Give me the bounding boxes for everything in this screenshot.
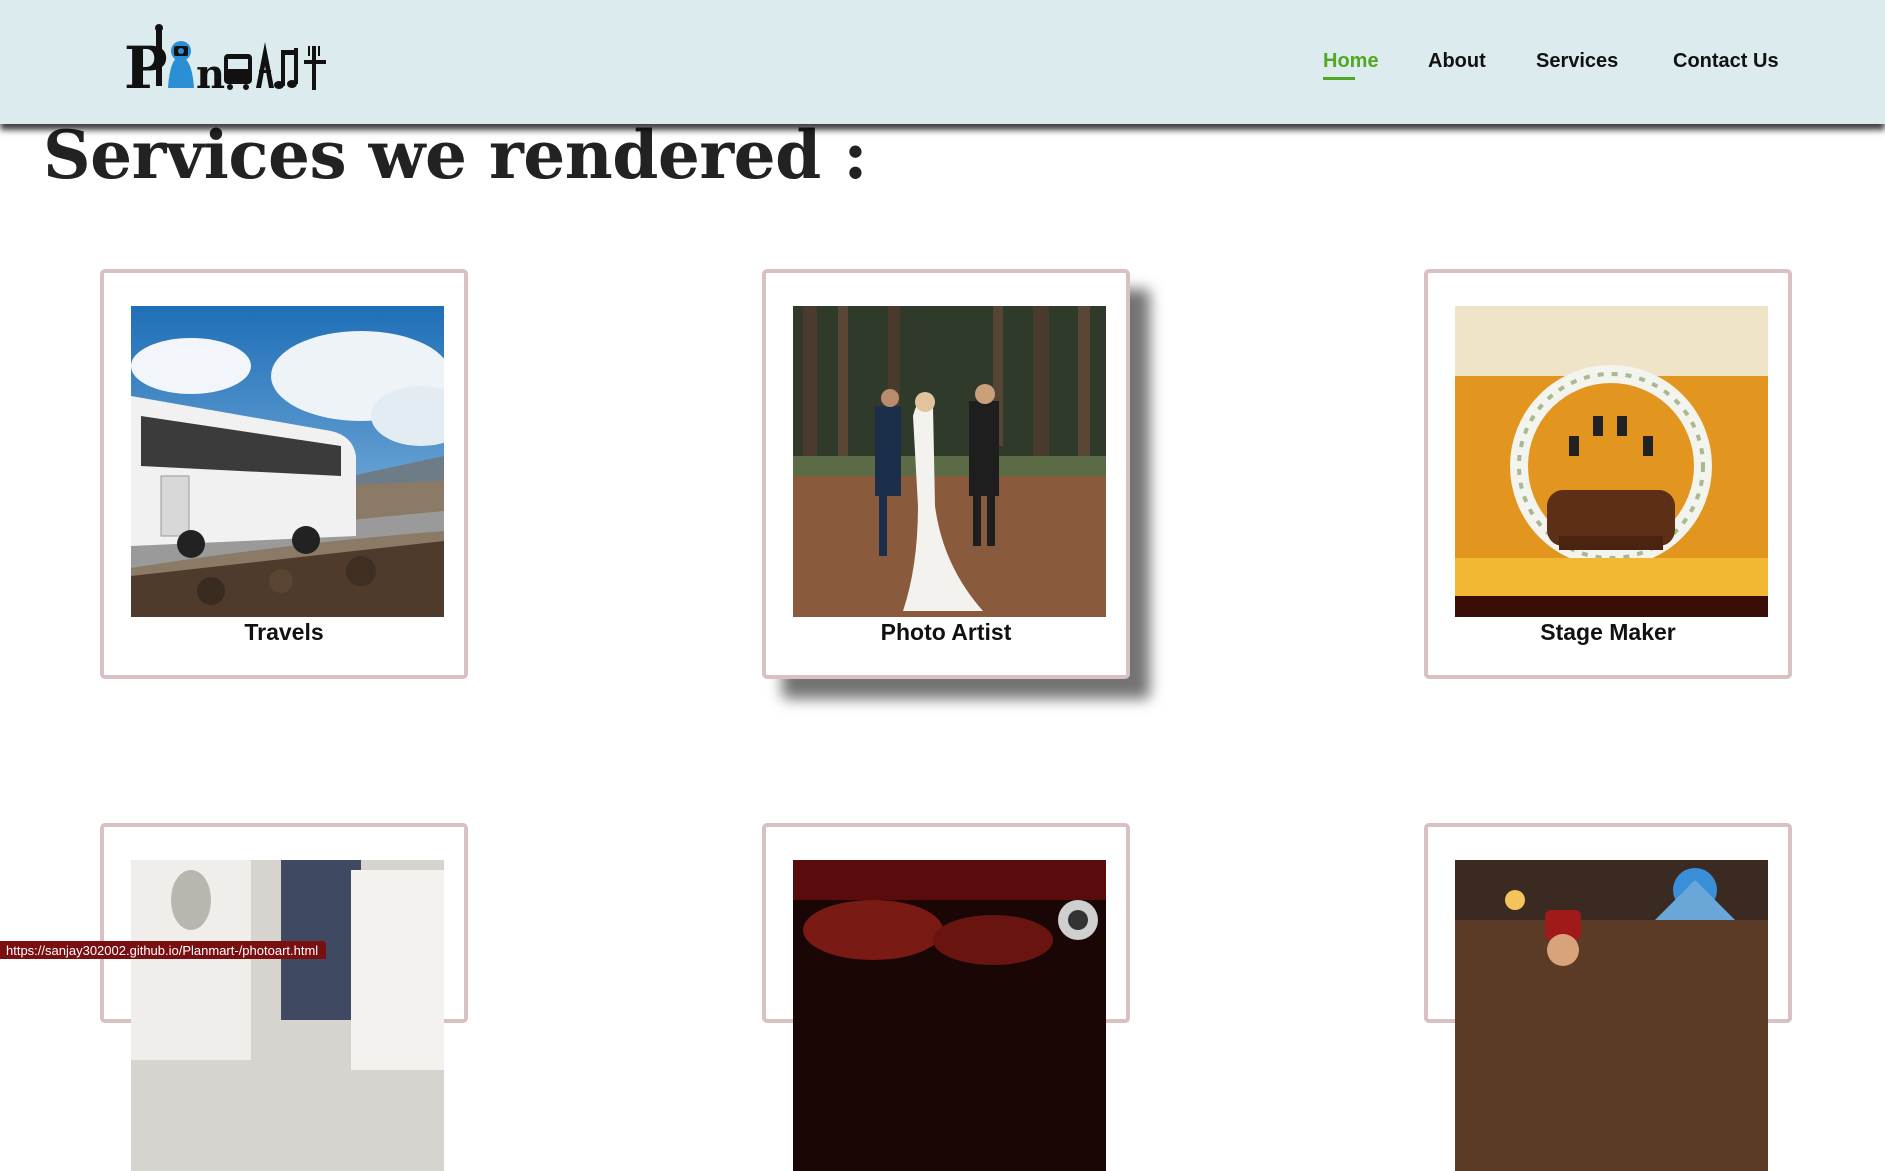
nav-contact-link[interactable]: Contact Us (1673, 50, 1779, 73)
nav-about-link[interactable]: About (1428, 50, 1486, 73)
service-label: Travels (244, 619, 324, 645)
page-title: Services we rendered : (43, 116, 868, 194)
planmart-logo[interactable]: P n (124, 22, 334, 102)
svg-text:n: n (196, 51, 225, 98)
top-navbar: P n Home About Services Contact Us (0, 0, 1885, 124)
food-stall-lanterns-image (1455, 860, 1768, 1171)
bus-on-mountain-road-image (131, 306, 444, 617)
service-label: Stage Maker (1540, 619, 1676, 645)
service-card-travels[interactable]: Travels (100, 269, 468, 679)
wedding-photoshoot-forest-image (793, 306, 1106, 617)
service-card-catering[interactable] (100, 823, 468, 1171)
nav-home-link[interactable]: Home (1323, 50, 1379, 80)
service-label: Photo Artist (880, 619, 1012, 645)
service-card-stage-maker[interactable]: Stage Maker (1424, 269, 1792, 679)
service-card-food-stall[interactable] (1424, 823, 1792, 1171)
service-card-photo-artist[interactable]: Photo Artist (762, 269, 1130, 679)
service-card-dj[interactable] (762, 823, 1130, 1171)
wedding-stage-floral-arch-image (1455, 306, 1768, 617)
nav-services-link[interactable]: Services (1536, 50, 1618, 73)
link-status-bar: https://sanjay302002.github.io/Planmart-… (0, 941, 327, 959)
catering-service-image (131, 860, 444, 1171)
dj-party-crowd-image (793, 860, 1106, 1171)
